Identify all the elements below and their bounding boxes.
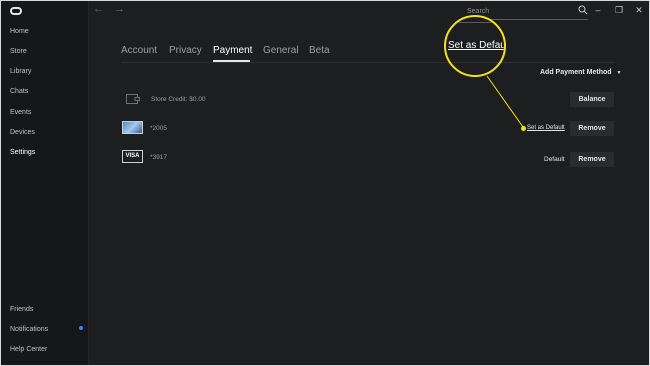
add-payment-method-label: Add Payment Method <box>540 69 612 76</box>
sidebar-item-events[interactable]: Events <box>10 108 31 118</box>
search-placeholder: Search <box>467 8 490 15</box>
restore-icon[interactable]: ❐ <box>613 4 625 16</box>
tab-beta[interactable]: Beta <box>309 45 330 57</box>
tabs-divider <box>121 62 615 63</box>
sidebar-item-devices[interactable]: Devices <box>10 128 35 138</box>
close-icon[interactable]: ✕ <box>633 4 645 16</box>
notification-badge <box>79 326 83 330</box>
search-icon[interactable] <box>578 5 588 15</box>
sidebar-item-library[interactable]: Library <box>10 67 31 77</box>
top-bar: ← → Search – ❐ ✕ <box>89 1 649 21</box>
set-as-default-link[interactable]: Set as Default <box>527 125 565 131</box>
sidebar-item-friends[interactable]: Friends <box>10 305 33 315</box>
credit-card-icon <box>122 121 143 134</box>
add-payment-method-button[interactable]: Add Payment Method ▼ <box>540 69 621 76</box>
tab-general[interactable]: General <box>263 45 299 57</box>
wallet-icon <box>126 94 140 104</box>
remove-button[interactable]: Remove <box>570 152 614 167</box>
zoom-divider <box>446 62 504 63</box>
tab-account[interactable]: Account <box>121 45 157 57</box>
sidebar-item-help-center[interactable]: Help Center <box>10 345 47 355</box>
forward-arrow-icon[interactable]: → <box>114 3 125 15</box>
zoom-callout-text: Set as Default <box>448 40 506 51</box>
tab-privacy[interactable]: Privacy <box>169 45 202 57</box>
balance-button[interactable]: Balance <box>570 92 614 107</box>
card-number: *3917 <box>150 154 167 161</box>
sidebar-item-chats[interactable]: Chats <box>10 87 28 97</box>
sidebar-item-home[interactable]: Home <box>10 27 29 37</box>
visa-card-icon: VISA <box>122 150 143 163</box>
default-status-label: Default <box>544 156 565 163</box>
chevron-down-icon: ▼ <box>616 70 622 76</box>
back-arrow-icon[interactable]: ← <box>93 3 104 15</box>
sidebar: Home Store Library Chats Events Devices … <box>1 1 89 365</box>
remove-button[interactable]: Remove <box>570 121 614 136</box>
callout-dot <box>521 126 526 131</box>
minimize-icon[interactable]: – <box>592 4 604 16</box>
sidebar-item-store[interactable]: Store <box>10 47 27 57</box>
zoom-callout: Search Set as Default <box>444 15 506 77</box>
sidebar-item-notifications[interactable]: Notifications <box>10 325 48 335</box>
app-window: Home Store Library Chats Events Devices … <box>1 1 649 365</box>
store-credit-label: Store Credit: $0.00 <box>151 96 206 103</box>
tab-payment[interactable]: Payment <box>213 45 252 57</box>
card-number: *2005 <box>150 125 167 132</box>
oculus-logo-icon[interactable] <box>10 7 22 15</box>
zoom-search-underline <box>446 22 504 23</box>
sidebar-item-settings[interactable]: Settings <box>10 148 35 158</box>
